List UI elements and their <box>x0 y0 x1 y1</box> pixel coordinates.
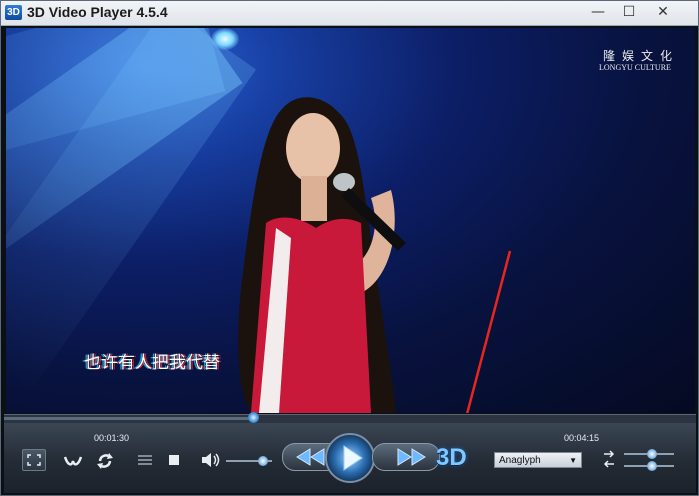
fast-forward-icon <box>397 448 426 466</box>
seek-progress <box>4 417 253 420</box>
minimize-button[interactable]: — <box>581 2 615 22</box>
player-window: 3D 3D Video Player 4.5.4 — ☐ ✕ 隆娱文化 LONG… <box>0 0 699 496</box>
stop-icon[interactable] <box>166 452 182 468</box>
maximize-button[interactable]: ☐ <box>612 2 646 22</box>
3d-mode-select[interactable]: Anaglyph ▼ <box>494 452 582 468</box>
chevron-down-icon: ▼ <box>569 456 577 465</box>
playlist-icon[interactable] <box>136 452 154 468</box>
close-button[interactable]: ✕ <box>646 2 680 22</box>
swap-eye-icon[interactable] <box>62 451 84 471</box>
window-title: 3D Video Player 4.5.4 <box>27 4 168 20</box>
elapsed-time: 00:01:30 <box>94 433 130 443</box>
annotation-arrow <box>465 250 512 413</box>
fullscreen-button[interactable] <box>22 449 46 471</box>
depth-slider-handle[interactable] <box>647 449 657 459</box>
speaker-icon[interactable] <box>200 450 222 470</box>
loop-icon[interactable] <box>94 450 116 472</box>
play-button[interactable] <box>325 433 375 483</box>
volume-handle[interactable] <box>258 456 268 466</box>
fullscreen-icon <box>27 454 41 466</box>
3d-mode-value: Anaglyph <box>499 455 541 466</box>
control-panel: 00:01:30 00:04:15 3D Anaglyph ▼ <box>4 423 696 493</box>
video-area[interactable]: 隆娱文化 LONGYU CULTURE 也许有人把我代替 <box>6 28 695 413</box>
play-icon <box>343 445 363 471</box>
seek-handle[interactable] <box>248 412 259 423</box>
fast-forward-button[interactable] <box>372 443 440 471</box>
swap-lr-icon[interactable] <box>601 449 617 471</box>
total-duration: 00:04:15 <box>564 433 600 443</box>
title-bar[interactable]: 3D 3D Video Player 4.5.4 — ☐ ✕ <box>1 1 698 26</box>
3d-toggle-button[interactable]: 3D <box>436 444 467 472</box>
offset-slider-handle[interactable] <box>647 461 657 471</box>
app-icon: 3D <box>5 5 22 20</box>
